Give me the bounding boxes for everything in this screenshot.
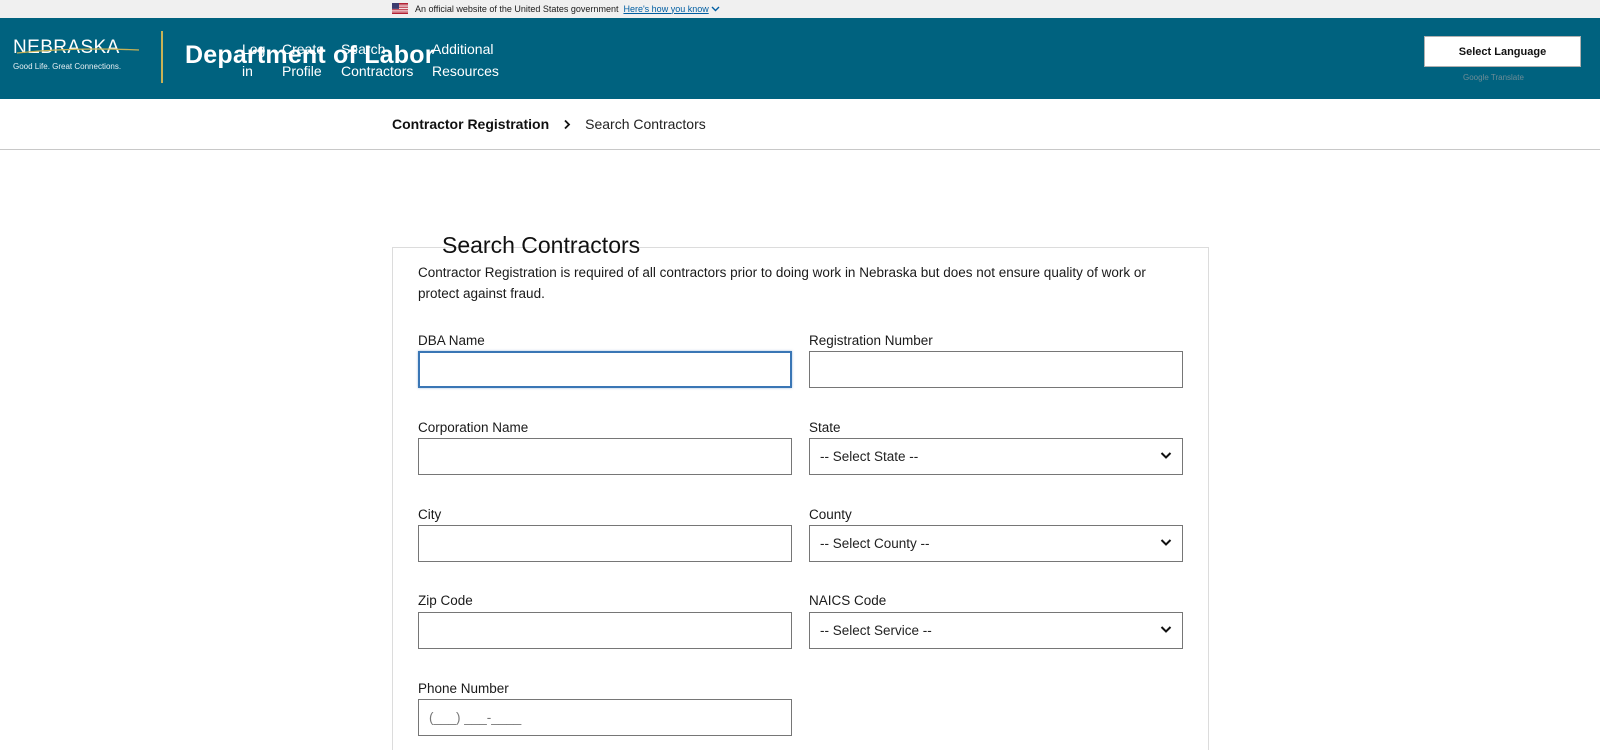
county-select[interactable]: -- Select County -- <box>809 525 1183 562</box>
county-label: County <box>809 507 852 522</box>
breadcrumb-contractor-registration[interactable]: Contractor Registration <box>392 116 549 132</box>
nav-log-in-line1: Log <box>242 41 266 57</box>
chevron-down-icon <box>1160 626 1172 633</box>
site-header: NEBRASKA Good Life. Great Connections. D… <box>0 18 1600 99</box>
select-language-button[interactable]: Select Language <box>1424 36 1581 67</box>
registration-number-label: Registration Number <box>809 333 933 348</box>
gov-banner-text: An official website of the United States… <box>415 3 619 14</box>
nav-additional-resources[interactable]: Additional Resources <box>432 38 499 82</box>
page-title: Search Contractors <box>442 232 641 258</box>
city-input[interactable] <box>418 525 792 562</box>
heres-how-you-know-link[interactable]: Here's how you know <box>623 3 720 14</box>
nav-log-in[interactable]: Log in <box>242 38 265 82</box>
nebraska-logo-tagline: Good Life. Great Connections. <box>13 62 122 71</box>
chevron-down-icon <box>1160 452 1172 459</box>
phone-number-label: Phone Number <box>418 681 509 696</box>
heres-how-you-know-label: Here's how you know <box>623 3 709 14</box>
nav-search-contractors-line1: Search <box>341 41 386 57</box>
nav-additional-resources-line1: Additional <box>432 41 494 57</box>
gov-banner: An official website of the United States… <box>0 0 1600 18</box>
state-select[interactable]: -- Select State -- <box>809 438 1183 475</box>
search-form-card <box>392 247 1209 750</box>
chevron-down-icon <box>711 6 720 11</box>
zip-code-input[interactable] <box>418 612 792 649</box>
corporation-name-label: Corporation Name <box>418 420 529 435</box>
naics-code-label: NAICS Code <box>809 593 887 608</box>
nav-create-profile-line1: Create <box>282 41 325 57</box>
county-select-value: -- Select County -- <box>820 536 930 551</box>
corporation-name-input[interactable] <box>418 438 792 475</box>
naics-code-select-value: -- Select Service -- <box>820 623 932 638</box>
registration-number-input[interactable] <box>809 351 1183 388</box>
dba-name-input[interactable] <box>418 351 792 388</box>
naics-code-select[interactable]: -- Select Service -- <box>809 612 1183 649</box>
google-translate-credit[interactable]: Google Translate <box>1463 73 1524 82</box>
breadcrumb: Contractor Registration Search Contracto… <box>392 116 706 132</box>
state-select-value: -- Select State -- <box>820 449 919 464</box>
city-label: City <box>418 507 442 522</box>
chevron-right-icon <box>563 119 571 130</box>
breadcrumb-divider <box>0 149 1600 150</box>
nav-search-contractors[interactable]: Search Contractors <box>341 38 413 82</box>
nav-search-contractors-line2: Contractors <box>341 63 414 79</box>
gov-banner-content: An official website of the United States… <box>392 3 720 14</box>
breadcrumb-search-contractors: Search Contractors <box>585 116 706 132</box>
zip-code-label: Zip Code <box>418 593 473 608</box>
phone-number-input[interactable] <box>418 699 792 736</box>
dba-name-label: DBA Name <box>418 333 485 348</box>
nav-log-in-line2: in <box>242 63 253 79</box>
logo-swoosh-icon <box>16 48 140 54</box>
state-label: State <box>809 420 841 435</box>
nebraska-logo[interactable]: NEBRASKA Good Life. Great Connections. <box>13 38 140 71</box>
nav-create-profile[interactable]: Create Profile <box>282 38 324 82</box>
registration-notice: Contractor Registration is required of a… <box>418 265 1146 301</box>
nav-create-profile-line2: Profile <box>282 63 322 79</box>
chevron-down-icon <box>1160 539 1172 546</box>
nav-additional-resources-line2: Resources <box>432 63 499 79</box>
us-flag-icon <box>392 3 408 14</box>
header-divider <box>161 31 163 83</box>
